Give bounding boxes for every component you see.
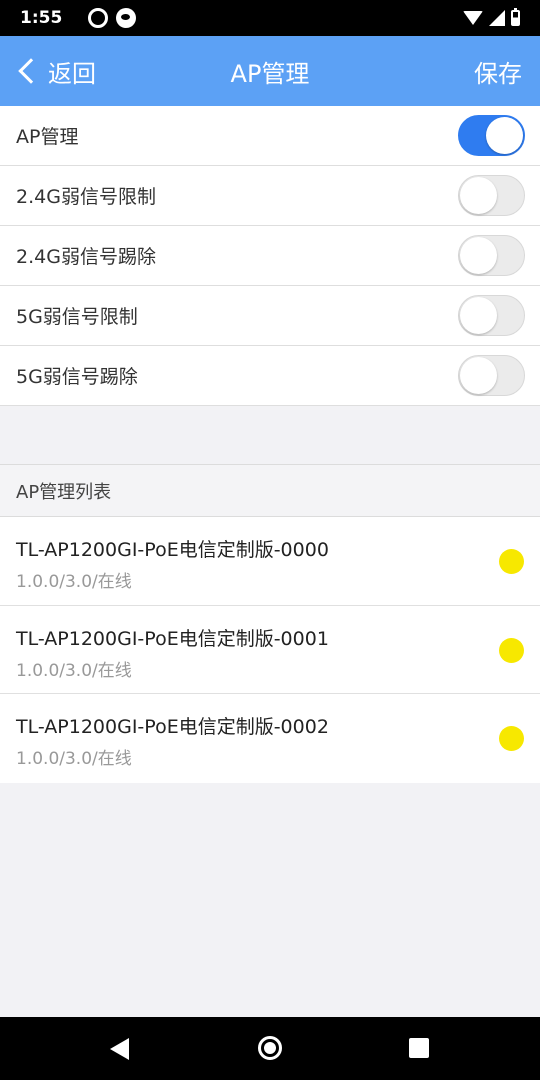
5g-weak-limit-toggle[interactable] [458, 295, 525, 336]
ap-list: TL-AP1200GI-PoE电信定制版-0000 1.0.0/3.0/在线 T… [0, 517, 540, 783]
status-bar: 1:55 [0, 0, 540, 36]
back-button[interactable]: 返回 [16, 36, 96, 106]
battery-icon [511, 8, 520, 26]
ap-name: TL-AP1200GI-PoE电信定制版-0002 [16, 716, 329, 738]
setting-label: AP管理 [16, 126, 79, 148]
setting-label: 5G弱信号限制 [16, 306, 138, 328]
setting-24g-weak-kick: 2.4G弱信号踢除 [0, 226, 540, 286]
ap-detail: 1.0.0/3.0/在线 [16, 572, 132, 592]
ap-detail: 1.0.0/3.0/在线 [16, 660, 132, 681]
signal-icon [489, 10, 505, 26]
toggle-knob [460, 177, 497, 214]
setting-ap-management: AP管理 [0, 106, 540, 166]
24g-weak-kick-toggle[interactable] [458, 235, 525, 276]
setting-label: 5G弱信号踢除 [16, 366, 138, 388]
setting-label: 2.4G弱信号踢除 [16, 246, 156, 268]
5g-weak-kick-toggle[interactable] [458, 355, 525, 396]
save-button[interactable]: 保存 [474, 36, 522, 106]
setting-label: 2.4G弱信号限制 [16, 186, 156, 208]
setting-5g-weak-kick: 5G弱信号踢除 [0, 346, 540, 406]
system-nav-bar [0, 1017, 540, 1080]
nav-home-icon[interactable] [258, 1036, 282, 1060]
qq-music-icon [116, 8, 137, 28]
ap-detail: 1.0.0/3.0/在线 [16, 749, 132, 769]
system-icons [463, 8, 520, 26]
ap-list-item[interactable]: TL-AP1200GI-PoE电信定制版-0001 1.0.0/3.0/在线 [0, 606, 540, 694]
chevron-left-icon [18, 58, 44, 84]
status-dot-icon [499, 549, 524, 574]
ap-list-title: AP管理列表 [0, 464, 540, 517]
setting-24g-weak-limit: 2.4G弱信号限制 [0, 166, 540, 226]
toggle-knob [460, 237, 497, 274]
netease-music-icon [88, 8, 109, 28]
status-dot-icon [499, 726, 524, 751]
nav-recents-icon[interactable] [409, 1038, 429, 1058]
app-header: 返回 AP管理 保存 [0, 36, 540, 106]
ap-list-item[interactable]: TL-AP1200GI-PoE电信定制版-0002 1.0.0/3.0/在线 [0, 694, 540, 783]
nav-back-icon[interactable] [110, 1038, 129, 1060]
ap-management-toggle[interactable] [458, 115, 525, 156]
status-time: 1:55 [20, 8, 63, 28]
24g-weak-limit-toggle[interactable] [458, 175, 525, 216]
toggle-knob [460, 297, 497, 334]
notification-icons [88, 8, 137, 28]
ap-name: TL-AP1200GI-PoE电信定制版-0000 [16, 539, 329, 561]
status-dot-icon [499, 637, 524, 663]
back-label: 返回 [48, 59, 96, 88]
ap-name: TL-AP1200GI-PoE电信定制版-0001 [16, 627, 329, 650]
toggle-knob [486, 117, 523, 154]
settings-list: AP管理 2.4G弱信号限制 2.4G弱信号踢除 5G弱信号限制 5G弱信号踢除 [0, 106, 540, 406]
toggle-knob [460, 357, 497, 394]
setting-5g-weak-limit: 5G弱信号限制 [0, 286, 540, 346]
wifi-icon [463, 11, 483, 25]
ap-list-item[interactable]: TL-AP1200GI-PoE电信定制版-0000 1.0.0/3.0/在线 [0, 517, 540, 606]
